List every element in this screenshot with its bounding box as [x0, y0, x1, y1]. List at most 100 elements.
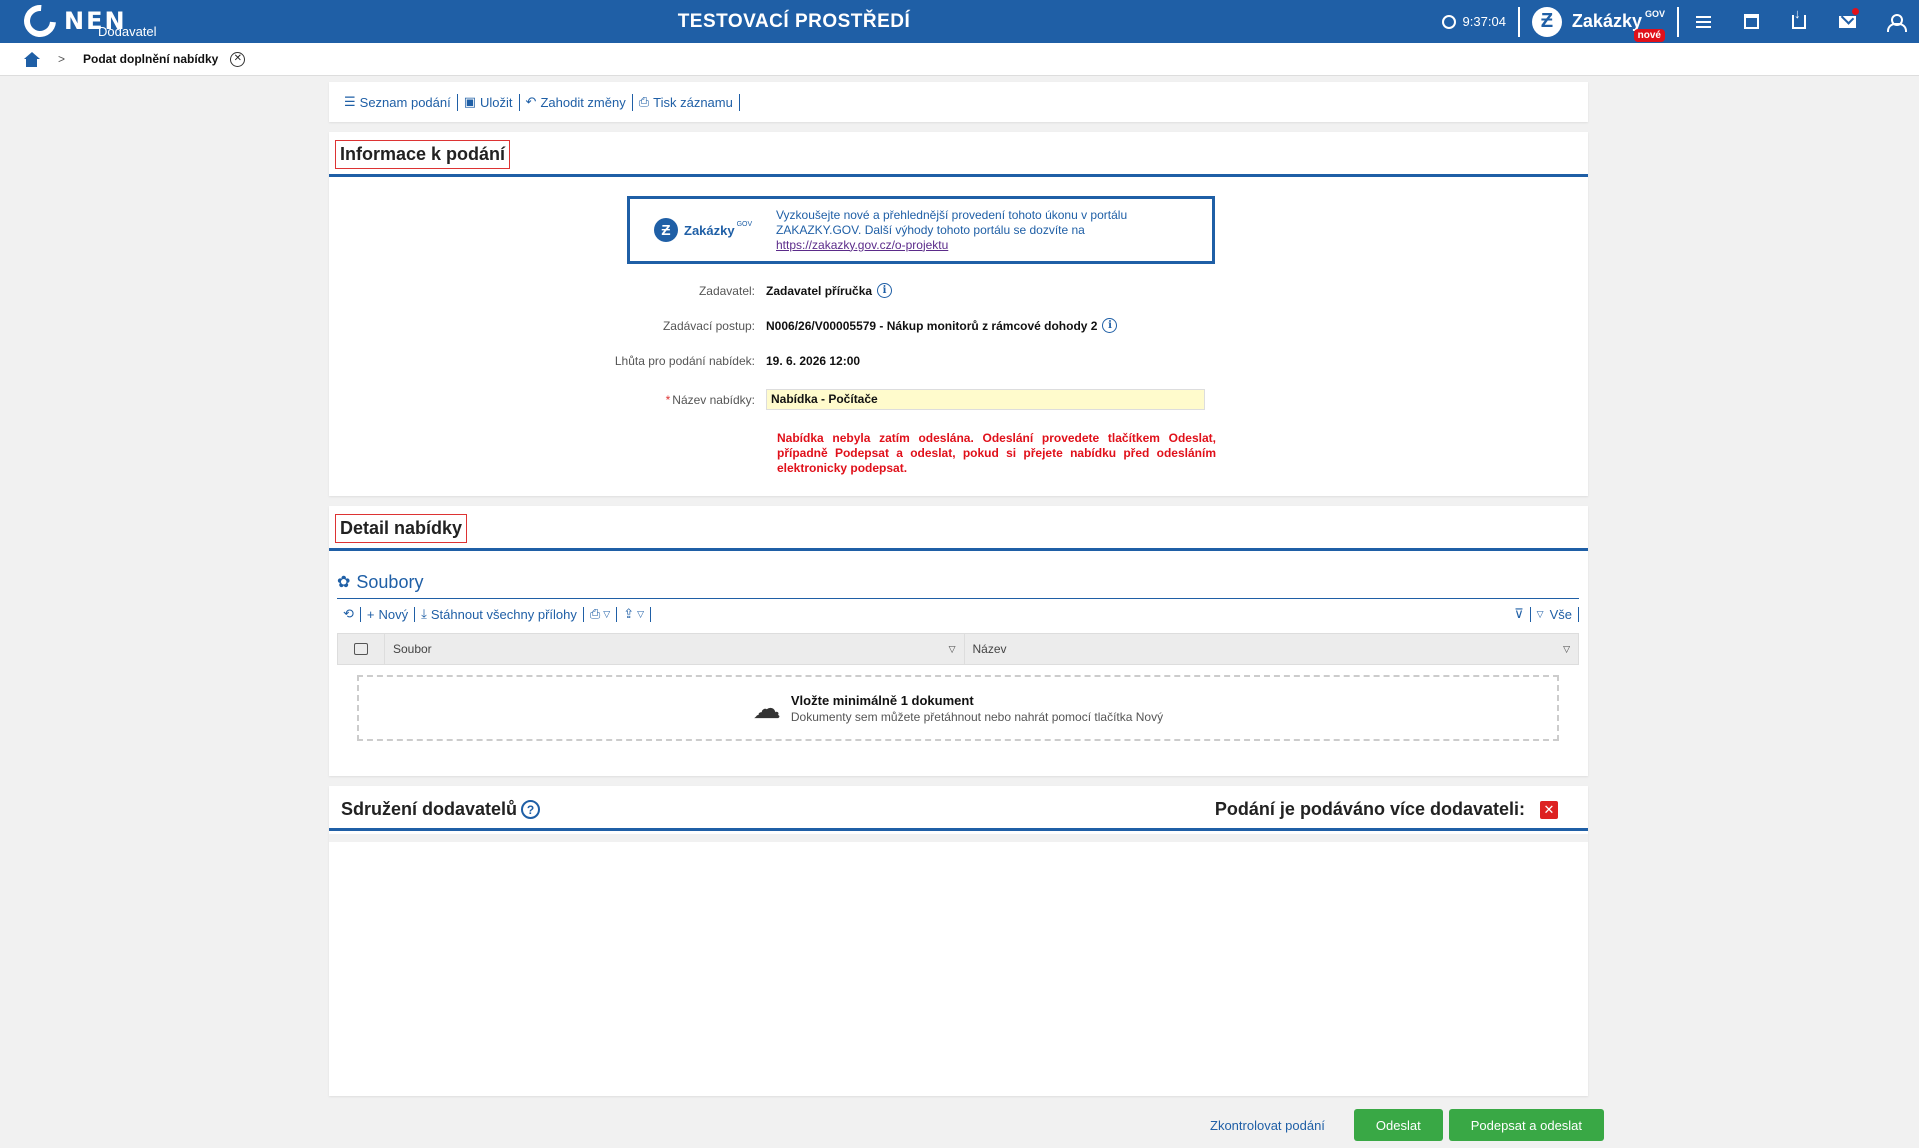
- promo-link[interactable]: https://zakazky.gov.cz/o-projektu: [776, 238, 1127, 253]
- calendar-button[interactable]: [1727, 0, 1775, 43]
- files-toolbar: ⟲ + Nový ⤓ Stáhnout všechny přílohy ⎙ ▽ ⇪ ▽ …: [337, 602, 1579, 626]
- zakazky-label: Zakázky: [1571, 11, 1642, 31]
- download-icon: ⤓: [421, 606, 427, 621]
- multiple-suppliers-checkbox[interactable]: ✕: [1540, 800, 1558, 819]
- zakazky-logo-icon: Ƶ: [654, 218, 678, 242]
- column-settings-button[interactable]: [338, 634, 385, 664]
- print-record-button[interactable]: ⎙ Tisk záznamu: [633, 93, 740, 111]
- breadcrumb-current[interactable]: Podat doplnění nabídky: [83, 52, 218, 66]
- plus-icon: +: [366, 606, 375, 622]
- top-bar: NEN Dodavatel TESTOVACÍ PROSTŘEDÍ 9:37:0…: [0, 0, 1919, 44]
- field-row-nazev: * Název nabídky: Nabídka - Počítače: [329, 389, 1588, 410]
- zakazky-gov-link[interactable]: Ƶ Zakázky GOV nové: [1520, 6, 1677, 42]
- field-row-lhuta: Lhůta pro podání nabídek: 19. 6. 2026 12…: [614, 354, 861, 368]
- files-icon: ✿: [337, 574, 351, 591]
- downloads-button[interactable]: [1775, 0, 1823, 43]
- caret-down-icon: ▽: [1536, 608, 1544, 619]
- breadcrumb: > Podat doplnění nabídky ✕: [0, 43, 1919, 76]
- save-icon: ▣: [463, 94, 477, 109]
- column-file[interactable]: Soubor ▽: [385, 634, 965, 664]
- field-row-postup: Zadávací postup: N006/26/V00005579 - Nák…: [329, 318, 1588, 333]
- home-icon[interactable]: [23, 51, 40, 67]
- new-file-button[interactable]: + Nový: [361, 606, 416, 622]
- info-icon[interactable]: i: [877, 283, 893, 298]
- zadavatel-value: Zadavatel příručka: [766, 283, 873, 298]
- filter-icon: ⊽: [1514, 606, 1524, 621]
- clock-time: 9:37:04: [1462, 14, 1506, 29]
- printer-icon: ⎙: [638, 94, 650, 109]
- zakazky-logo-icon: Ƶ: [1531, 6, 1562, 37]
- info-icon[interactable]: i: [1102, 318, 1118, 333]
- file-drop-zone[interactable]: ☁ Vložte minimálně 1 dokument Dokumenty …: [357, 675, 1559, 741]
- caret-down-icon: ▽: [603, 608, 611, 619]
- messages-button[interactable]: [1823, 0, 1871, 43]
- postup-value: N006/26/V00005579 - Nákup monitorů z rám…: [766, 318, 1098, 333]
- export-menu-button[interactable]: ⇪ ▽: [617, 606, 652, 622]
- submission-list-button[interactable]: ☰ Seznam podání: [338, 93, 458, 111]
- multiple-suppliers-label: Podání je podáváno více dodavateli:: [1214, 799, 1525, 819]
- save-button[interactable]: ▣ Uložit: [458, 93, 520, 111]
- help-icon[interactable]: ?: [521, 800, 541, 819]
- offer-name-input[interactable]: Nabídka - Počítače: [766, 389, 1205, 410]
- form-footer: Zkontrolovat podání Odeslat Podepsat a o…: [1210, 1109, 1605, 1141]
- user-button[interactable]: [1871, 0, 1919, 43]
- section-header: Informace k podání: [329, 132, 1588, 177]
- check-submission-button[interactable]: Zkontrolovat podání: [1210, 1118, 1325, 1133]
- files-title: Soubory: [356, 571, 424, 592]
- files-grid-header: Soubor ▽ Název ▽: [337, 633, 1579, 665]
- submission-info-panel: Informace k podání Ƶ Zakázky GOV Vyzkouš…: [329, 132, 1588, 496]
- export-icon: ⇪: [623, 606, 635, 621]
- chevron-right-icon: >: [58, 52, 66, 66]
- settings-icon: [353, 643, 368, 655]
- calendar-icon: [1743, 14, 1759, 29]
- section-header: Detail nabídky: [329, 506, 1588, 551]
- promo-logo: Ƶ Zakázky GOV: [654, 218, 776, 242]
- mail-icon: [1838, 15, 1856, 28]
- menu-button[interactable]: [1679, 0, 1727, 43]
- zakazky-promo-banner: Ƶ Zakázky GOV Vyzkoušejte nové a přehled…: [627, 196, 1215, 264]
- field-row-zadavatel: Zadavatel: Zadavatel příručka i: [329, 283, 1588, 298]
- view-select[interactable]: ▽ Vše: [1531, 606, 1579, 622]
- notification-dot: [1852, 8, 1859, 15]
- sort-icon: ▽: [1563, 643, 1570, 654]
- form-toolbar: ☰ Seznam podání ▣ Uložit ↶ Zahodit změny ⎙ T…: [329, 82, 1588, 122]
- download-all-button[interactable]: ⤓ Stáhnout všechny přílohy: [415, 606, 584, 622]
- not-sent-warning: Nabídka nebyla zatím odeslána. Odeslání …: [777, 431, 1216, 475]
- supplier-association-panel: Sdružení dodavatelů? Podání je podáváno …: [329, 786, 1588, 1096]
- section-title: Detail nabídky: [335, 514, 468, 543]
- lhuta-value: 19. 6. 2026 12:00: [766, 354, 861, 368]
- close-tab-icon[interactable]: ✕: [230, 51, 246, 67]
- section-header: Sdružení dodavatelů? Podání je podáváno …: [329, 786, 1588, 831]
- session-clock: 9:37:04: [1441, 14, 1518, 29]
- clock-icon: [1441, 14, 1456, 29]
- filter-button[interactable]: ⊽: [1508, 606, 1531, 622]
- cloud-upload-icon: ☁: [752, 692, 781, 724]
- section-title: Informace k podání: [335, 140, 511, 169]
- user-icon: [1887, 13, 1907, 32]
- print-menu-button[interactable]: ⎙ ▽: [584, 606, 618, 622]
- drop-subtitle: Dokumenty sem můžete přetáhnout nebo nah…: [790, 709, 1164, 724]
- zakazky-sup: GOV: [1644, 8, 1665, 19]
- refresh-button[interactable]: ⟲: [337, 606, 361, 622]
- sign-and-send-button[interactable]: Podepsat a odeslat: [1448, 1109, 1605, 1141]
- environment-title: TESTOVACÍ PROSTŘEDÍ: [677, 11, 911, 32]
- sort-icon: ▽: [948, 643, 956, 654]
- section-title: Sdružení dodavatelů: [341, 799, 518, 819]
- caret-down-icon: ▽: [637, 608, 645, 619]
- list-icon: ☰: [344, 94, 356, 109]
- files-header: ✿ Soubory: [337, 566, 1579, 599]
- required-marker: *: [665, 392, 671, 407]
- promo-text: Vyzkoušejte nové a přehlednější proveden…: [776, 207, 1128, 253]
- discard-icon: ↶: [525, 94, 537, 109]
- discard-changes-button[interactable]: ↶ Zahodit změny: [520, 93, 633, 111]
- divider: [329, 834, 1588, 842]
- new-badge: nové: [1633, 28, 1665, 42]
- drop-title: Vložte minimálně 1 dokument: [790, 692, 974, 708]
- offer-detail-panel: Detail nabídky ✿ Soubory ⟲ + Nový ⤓ Stáhno…: [329, 506, 1588, 776]
- column-name[interactable]: Název ▽: [965, 634, 1579, 664]
- send-button[interactable]: Odeslat: [1353, 1109, 1443, 1141]
- download-icon: [1792, 6, 1806, 29]
- refresh-icon: ⟲: [343, 606, 354, 621]
- hamburger-icon: [1695, 13, 1711, 31]
- printer-icon: ⎙: [589, 606, 601, 621]
